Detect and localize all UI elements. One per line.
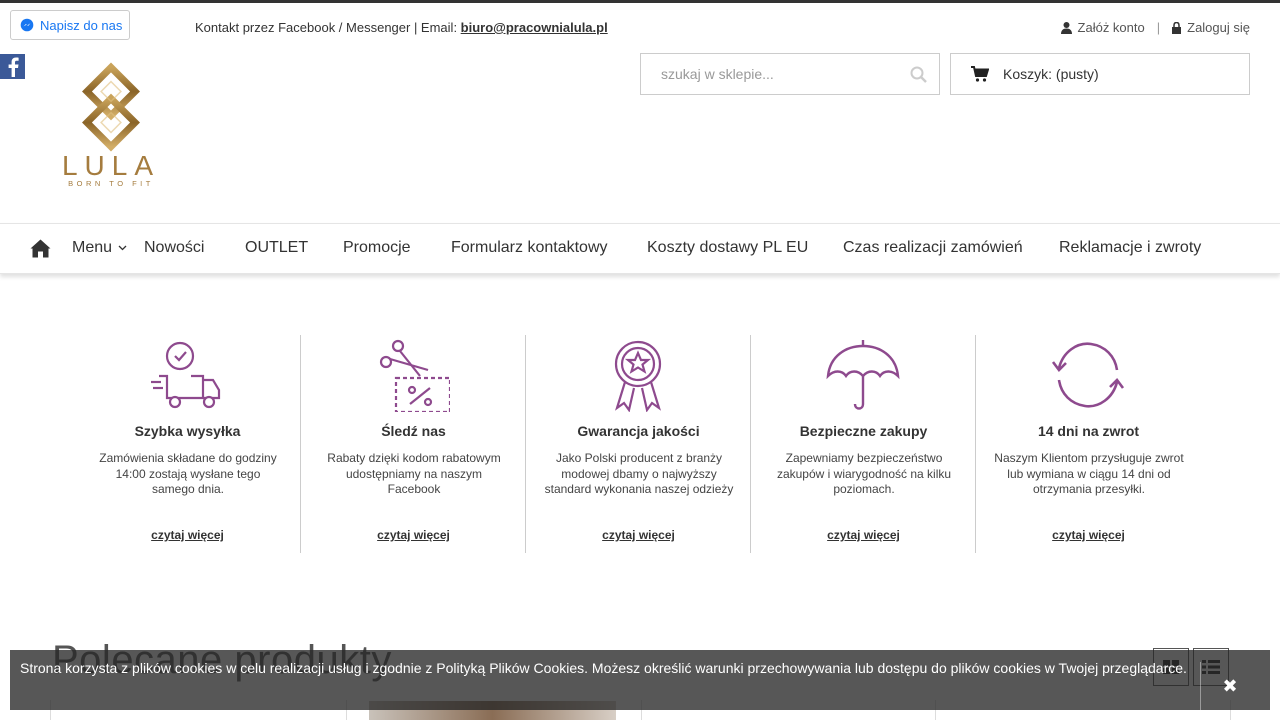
- login-link[interactable]: Zaloguj się: [1172, 20, 1250, 35]
- feature-read-more-link[interactable]: czytaj więcej: [75, 528, 300, 542]
- user-icon: [1060, 21, 1072, 34]
- features-row: Szybka wysyłka Zamówienia składane do go…: [75, 335, 1200, 553]
- contact-email-link[interactable]: biuro@pracownialula.pl: [461, 20, 608, 35]
- return-arrows-icon: [1051, 342, 1125, 408]
- cart-icon: [971, 66, 989, 82]
- nav-item-menu-label: Menu: [72, 239, 113, 256]
- feature-title: Śledź nas: [381, 423, 446, 439]
- feature-title: Gwarancja jakości: [577, 423, 700, 439]
- feature-title: 14 dni na zwrot: [1037, 423, 1140, 439]
- feature-read-more-link[interactable]: czytaj więcej: [301, 528, 526, 542]
- messenger-icon: [20, 18, 34, 32]
- feature-read-more-link[interactable]: czytaj więcej: [751, 528, 976, 542]
- account-links: Załóż konto | Zaloguj się: [1060, 20, 1250, 35]
- feature-text: Jako Polski producent z branży modowej d…: [544, 451, 734, 496]
- feature-safe-shopping: Bezpieczne zakupy Zapewniamy bezpieczeńs…: [750, 335, 975, 553]
- messenger-button-label: Napisz do nas: [40, 17, 123, 33]
- cart-button[interactable]: Koszyk: (pusty): [950, 53, 1250, 95]
- logo-wordmark: LULA: [62, 150, 160, 181]
- search-box: [640, 53, 940, 95]
- contact-info: Kontakt przez Facebook / Messenger | Ema…: [195, 20, 608, 35]
- messenger-button[interactable]: Napisz do nas: [10, 10, 130, 40]
- nav-item-formularz-kontaktowy[interactable]: Formularz kontaktowy: [451, 239, 608, 257]
- quality-badge-icon: [614, 340, 662, 412]
- cookie-close-button[interactable]: ✖: [1200, 662, 1259, 710]
- nav-item-koszty-dostawy[interactable]: Koszty dostawy PL EU: [647, 239, 808, 257]
- umbrella-icon: [826, 340, 900, 410]
- logo-tagline: BORN TO FIT: [68, 179, 154, 188]
- facebook-icon: [8, 57, 19, 77]
- nav-item-outlet[interactable]: OUTLET: [245, 239, 308, 257]
- register-label: Załóż konto: [1077, 20, 1145, 35]
- chevron-down-icon: [119, 245, 127, 251]
- site-logo[interactable]: LULA BORN TO FIT: [48, 62, 174, 188]
- feature-title: Szybka wysyłka: [134, 423, 241, 439]
- register-link[interactable]: Załóż konto: [1060, 20, 1145, 35]
- nav-item-nowosci[interactable]: Nowości: [144, 239, 204, 257]
- search-icon[interactable]: [910, 66, 927, 83]
- feature-read-more-link[interactable]: czytaj więcej: [526, 528, 751, 542]
- search-input[interactable]: [641, 66, 901, 82]
- nav-item-reklamacje[interactable]: Reklamacje i zwroty: [1059, 239, 1201, 257]
- feature-text: Naszym Klientom przysługuje zwrot lub wy…: [994, 451, 1184, 496]
- contact-text: Kontakt przez Facebook / Messenger | Ema…: [195, 20, 461, 35]
- feature-text: Rabaty dzięki kodom rabatowym udostępnia…: [327, 451, 501, 496]
- cart-status: (pusty): [1055, 66, 1099, 82]
- logo-mark: LULA BORN TO FIT: [62, 62, 160, 188]
- cart-label: Koszyk:: [1003, 66, 1053, 82]
- feature-follow-us: Śledź nas Rabaty dzięki kodom rabatowym …: [300, 335, 525, 553]
- home-icon[interactable]: [30, 239, 51, 258]
- feature-text: Zamówienia składane do godziny 14:00 zos…: [99, 451, 277, 496]
- nav-item-menu[interactable]: Menu: [72, 239, 127, 257]
- facebook-sidebar-button[interactable]: [0, 54, 25, 79]
- feature-title: Bezpieczne zakupy: [799, 423, 928, 439]
- cookie-banner: Strona korzysta z plików cookies w celu …: [10, 650, 1270, 710]
- feature-quality: Gwarancja jakości Jako Polski producent …: [525, 335, 750, 553]
- feature-read-more-link[interactable]: czytaj więcej: [976, 528, 1201, 542]
- nav-item-promocje[interactable]: Promocje: [343, 239, 411, 257]
- feature-text: Zapewniamy bezpieczeństwo zakupów i wiar…: [776, 451, 952, 496]
- account-separator: |: [1156, 20, 1161, 35]
- coupon-scissors-icon: [379, 339, 450, 412]
- login-label: Zaloguj się: [1187, 20, 1250, 35]
- feature-fast-shipping: Szybka wysyłka Zamówienia składane do go…: [75, 335, 300, 553]
- nav-item-czas-realizacji[interactable]: Czas realizacji zamówień: [843, 239, 1023, 257]
- main-navigation: Menu Nowości OUTLET Promocje Formularz k…: [0, 223, 1280, 274]
- cookie-text: Strona korzysta z plików cookies w celu …: [20, 660, 1187, 676]
- delivery-truck-icon: [150, 341, 220, 409]
- feature-returns: 14 dni na zwrot Naszym Klientom przysług…: [975, 335, 1200, 553]
- top-border: [0, 0, 1280, 3]
- lock-icon: [1172, 21, 1182, 34]
